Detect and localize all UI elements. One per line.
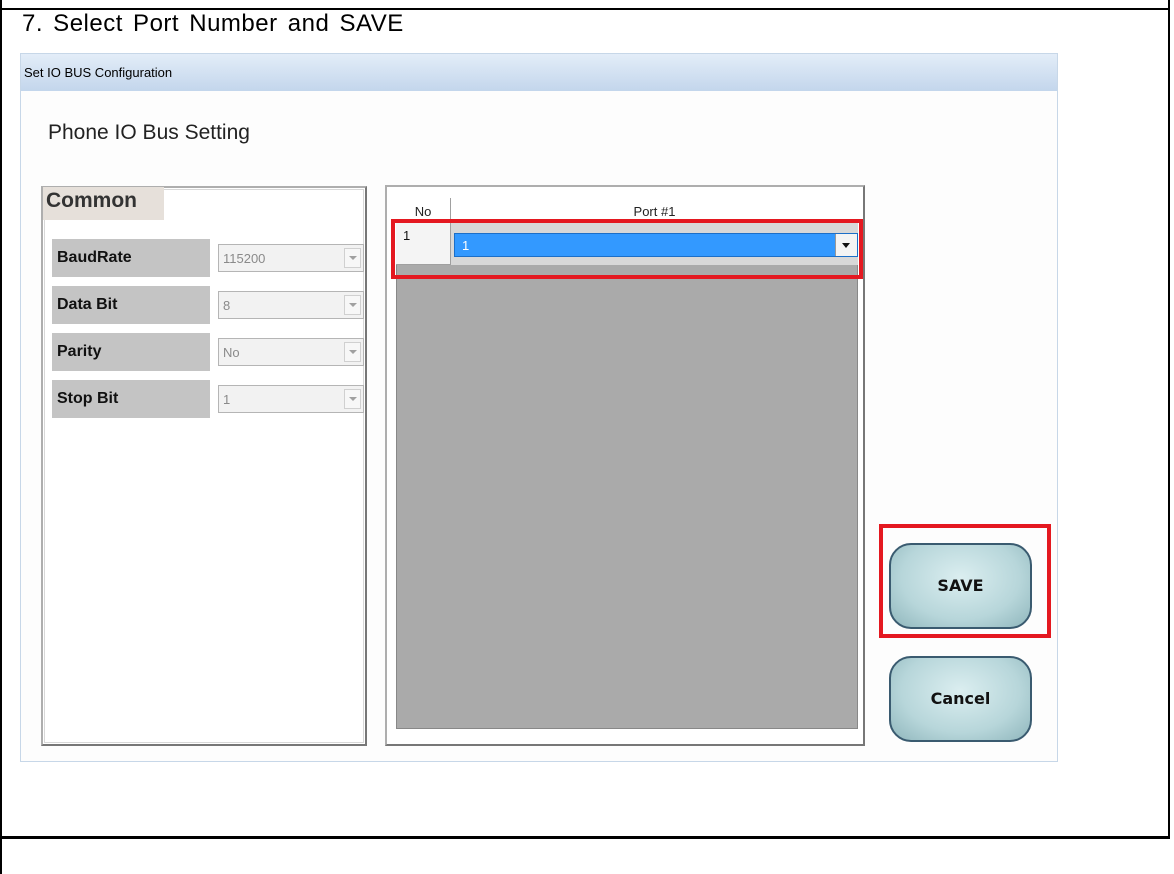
parity-label: Parity (52, 333, 210, 371)
cancel-button[interactable]: Cancel (889, 656, 1032, 742)
chevron-down-icon[interactable] (344, 389, 361, 409)
table-border (0, 839, 2, 874)
chevron-down-icon[interactable] (344, 248, 361, 268)
dialog-heading: Phone IO Bus Setting (48, 121, 250, 144)
window-titlebar[interactable]: Set IO BUS Configuration (21, 54, 1057, 91)
baudrate-label: BaudRate (52, 239, 210, 277)
parity-row: Parity No (52, 333, 364, 371)
step-title: 7. Select Port Number and SAVE (22, 10, 404, 37)
table-cell-top-border (0, 0, 1174, 8)
port-grid-header: No Port #1 (396, 198, 858, 221)
common-group-legend: Common (43, 187, 164, 220)
window-title: Set IO BUS Configuration (24, 65, 173, 80)
baudrate-value: 115200 (223, 251, 266, 266)
column-header-no[interactable]: No (396, 198, 451, 220)
databit-select[interactable]: 8 (218, 291, 364, 319)
column-header-port[interactable]: Port #1 (451, 198, 858, 220)
baudrate-select[interactable]: 115200 (218, 244, 364, 272)
stopbit-label: Stop Bit (52, 380, 210, 418)
baudrate-row: BaudRate 115200 (52, 239, 364, 277)
databit-row: Data Bit 8 (52, 286, 364, 324)
stopbit-row: Stop Bit 1 (52, 380, 364, 418)
parity-select[interactable]: No (218, 338, 364, 366)
chevron-down-icon[interactable] (344, 295, 361, 315)
parity-value: No (223, 345, 240, 360)
stopbit-value: 1 (223, 392, 231, 407)
databit-label: Data Bit (52, 286, 210, 324)
port-highlight-box (391, 219, 863, 279)
chevron-down-icon[interactable] (344, 342, 361, 362)
stopbit-select[interactable]: 1 (218, 385, 364, 413)
databit-value: 8 (223, 298, 231, 313)
save-highlight-box (879, 524, 1051, 638)
